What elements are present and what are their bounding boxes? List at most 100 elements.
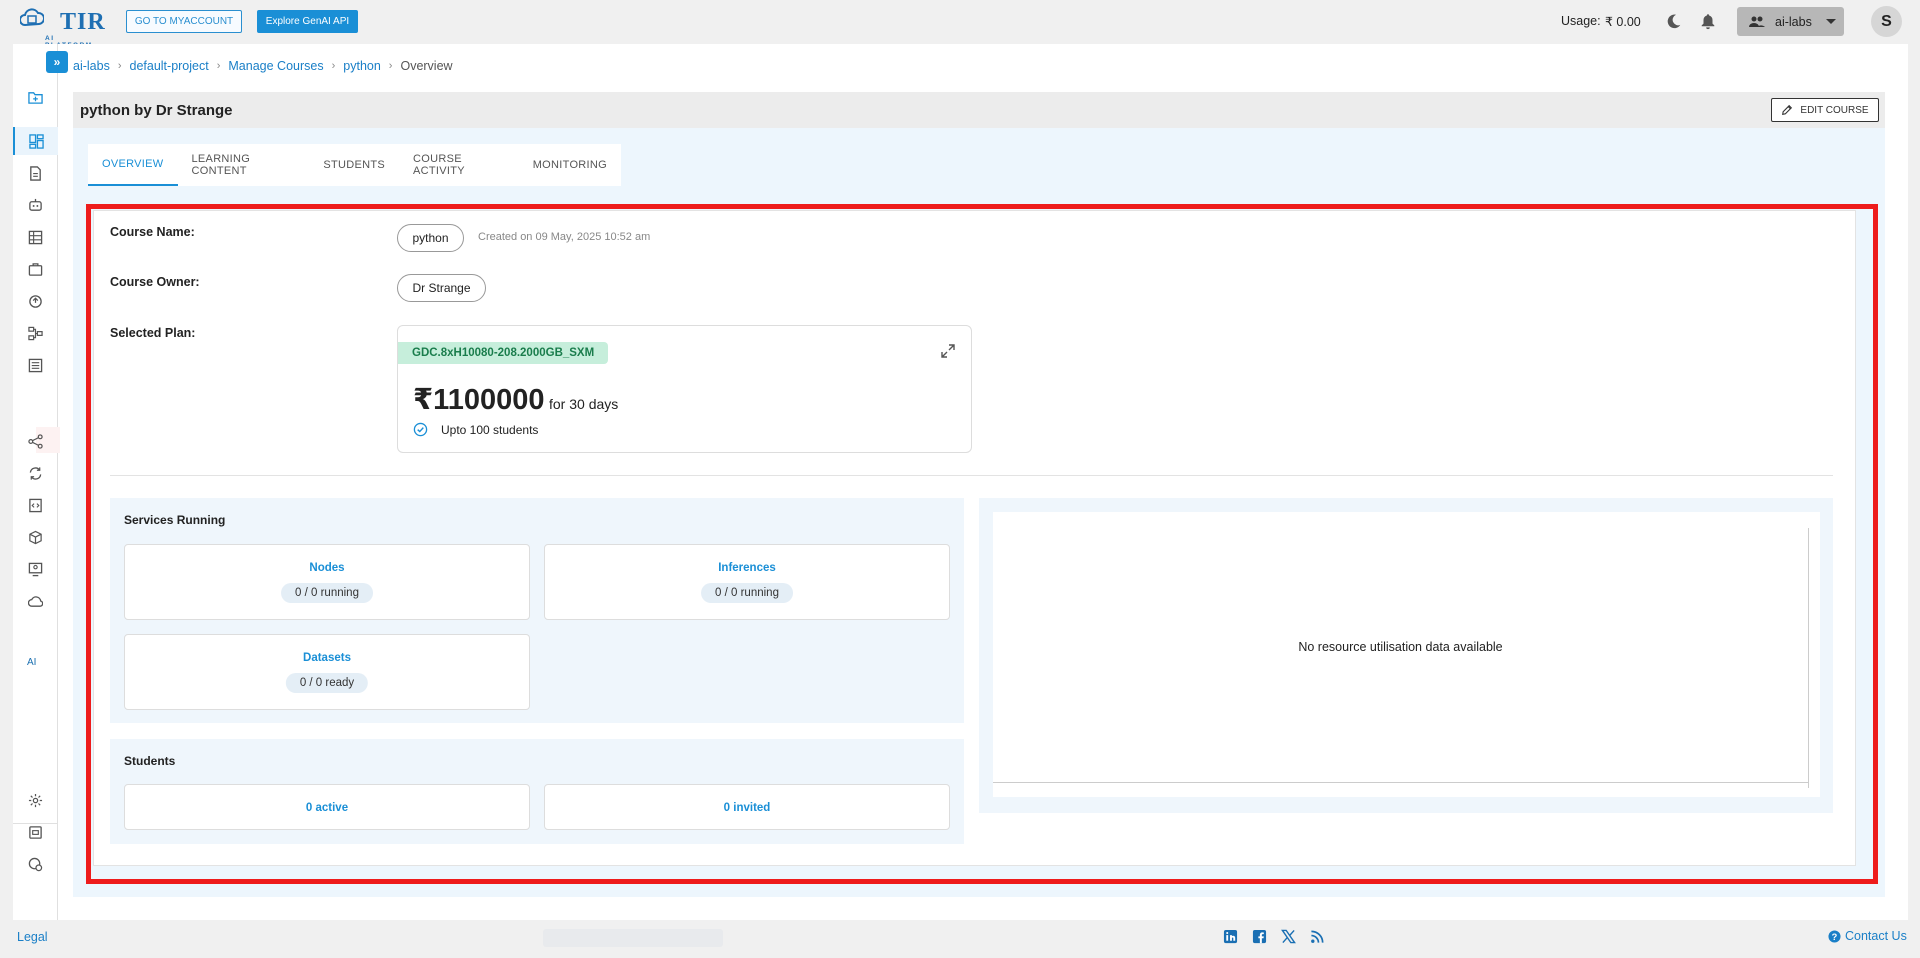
course-name-label: Course Name:: [110, 225, 195, 239]
left-rail: AI: [13, 44, 60, 920]
course-owner-chip: Dr Strange: [397, 274, 486, 302]
rail-share-icon[interactable]: [13, 427, 58, 455]
rail-folder-icon[interactable]: [13, 83, 58, 111]
invited-students-card[interactable]: 0 invited: [544, 784, 950, 830]
created-date: Created on 09 May, 2025 10:52 am: [478, 231, 651, 243]
help-icon: ?: [1828, 929, 1841, 943]
plan-card: GDC.8xH10080-208.2000GB_SXM ₹1100000 for…: [397, 325, 972, 453]
moon-icon[interactable]: [1665, 13, 1682, 30]
pencil-icon: [1782, 104, 1793, 115]
rail-deploy-icon[interactable]: [13, 287, 58, 315]
rail-settings-icon[interactable]: [13, 786, 58, 814]
rail-support-icon[interactable]: [13, 850, 58, 878]
breadcrumb-separator-icon: ›: [331, 60, 336, 72]
plan-sku-badge: GDC.8xH10080-208.2000GB_SXM: [398, 342, 609, 364]
nodes-card[interactable]: Nodes 0 / 0 running: [124, 544, 530, 620]
tab-learning-content[interactable]: LEARNING CONTENT: [178, 144, 310, 186]
rail-robot-icon[interactable]: [13, 191, 58, 219]
active-students-card[interactable]: 0 active: [124, 784, 530, 830]
services-title: Services Running: [124, 513, 226, 527]
breadcrumb-item-course[interactable]: python: [343, 59, 381, 73]
selected-plan-label: Selected Plan:: [110, 326, 196, 340]
social-links: [1223, 929, 1325, 944]
invited-students-count: 0 invited: [723, 802, 771, 814]
active-students-count: 0 active: [305, 802, 349, 814]
go-to-myaccount-button[interactable]: GO TO MYACCOUNT: [126, 10, 242, 33]
rail-pipeline-icon[interactable]: [13, 319, 58, 347]
linkedin-icon[interactable]: [1223, 929, 1238, 944]
services-panel: Services Running Nodes 0 / 0 running Inf…: [110, 498, 964, 723]
course-owner-label: Course Owner:: [110, 275, 200, 289]
rail-briefcase-icon[interactable]: [13, 255, 58, 283]
expand-icon[interactable]: [941, 344, 955, 358]
breadcrumb-separator-icon: ›: [216, 60, 221, 72]
breadcrumb-item-team[interactable]: ai-labs: [73, 59, 110, 73]
edit-course-button[interactable]: EDIT COURSE: [1771, 98, 1879, 122]
rss-icon[interactable]: [1310, 929, 1325, 944]
breadcrumb-item-project[interactable]: default-project: [130, 59, 209, 73]
datasets-title: Datasets: [303, 652, 351, 664]
tab-overview[interactable]: OVERVIEW: [88, 144, 178, 186]
bell-icon[interactable]: [1699, 12, 1717, 31]
footer-placeholder-bar: [543, 929, 723, 947]
plan-price: ₹1100000: [413, 384, 545, 416]
rail-ai-label[interactable]: AI: [27, 657, 36, 668]
chevron-down-icon: [1825, 19, 1836, 24]
logo-text: TIR: [60, 9, 106, 35]
inferences-status: 0 / 0 running: [701, 583, 793, 603]
explore-genai-api-button[interactable]: Explore GenAI API: [257, 10, 358, 33]
tab-students[interactable]: STUDENTS: [309, 144, 399, 186]
legal-link[interactable]: Legal: [17, 930, 48, 944]
course-header: python by Dr Strange EDIT COURSE: [73, 92, 1885, 128]
check-circle-icon: [413, 422, 428, 437]
team-switcher-button[interactable]: ai-labs: [1737, 7, 1844, 36]
rail-sync-icon[interactable]: [13, 459, 58, 487]
tab-course-activity[interactable]: COURSE ACTIVITY: [399, 144, 519, 186]
datasets-card[interactable]: Datasets 0 / 0 ready: [124, 634, 530, 710]
resource-utilisation-panel: No resource utilisation data available: [979, 498, 1833, 813]
course-tabs: OVERVIEW LEARNING CONTENT STUDENTS COURS…: [88, 144, 621, 186]
people-icon: [1749, 16, 1765, 27]
contact-us-link[interactable]: ? Contact Us: [1828, 929, 1907, 943]
chart-axis-line: [1808, 528, 1809, 788]
breadcrumb-item-manage-courses[interactable]: Manage Courses: [228, 59, 323, 73]
rail-code-icon[interactable]: [13, 491, 58, 519]
edit-course-label: EDIT COURSE: [1800, 104, 1869, 116]
utilisation-chart-area: No resource utilisation data available: [993, 512, 1820, 797]
breadcrumb-separator-icon: ›: [117, 60, 122, 72]
user-avatar[interactable]: S: [1871, 6, 1902, 37]
inferences-card[interactable]: Inferences 0 / 0 running: [544, 544, 950, 620]
nodes-title: Nodes: [309, 562, 345, 574]
contact-us-label: Contact Us: [1845, 929, 1907, 943]
rail-grid-icon[interactable]: [13, 223, 58, 251]
students-panel: Students 0 active 0 invited: [110, 739, 964, 844]
tab-monitoring[interactable]: MONITORING: [519, 144, 621, 186]
top-bar: TIR AI PLATFORM GO TO MYACCOUNT Explore …: [0, 0, 1920, 49]
plan-feature-text: Upto 100 students: [441, 422, 539, 437]
x-twitter-icon[interactable]: [1281, 929, 1296, 944]
rail-cloud-icon[interactable]: [13, 587, 58, 615]
plan-feature: Upto 100 students: [413, 422, 538, 437]
facebook-icon[interactable]: [1252, 929, 1267, 944]
usage-label: Usage:: [1561, 14, 1601, 28]
breadcrumb: ai-labs › default-project › Manage Cours…: [73, 59, 453, 73]
rail-table-icon[interactable]: [13, 351, 58, 379]
page-title: python by Dr Strange: [80, 102, 233, 119]
breadcrumb-current: Overview: [400, 59, 453, 73]
rail-billing-icon[interactable]: [13, 818, 58, 846]
rail-monitor-user-icon[interactable]: [13, 555, 58, 583]
rail-cube-icon[interactable]: [13, 523, 58, 551]
course-name-chip: python: [397, 224, 464, 252]
team-switcher-label: ai-labs: [1775, 14, 1812, 29]
plan-period: for 30 days: [549, 396, 619, 412]
sidebar-expand-button[interactable]: »: [46, 51, 68, 73]
cloud-logo-icon: [20, 8, 44, 27]
section-divider: [110, 475, 1833, 476]
chart-axis-line: [993, 782, 1808, 783]
rail-notebook-icon[interactable]: [13, 159, 58, 187]
datasets-status: 0 / 0 ready: [285, 673, 369, 693]
inferences-title: Inferences: [718, 562, 776, 574]
svg-text:?: ?: [1832, 931, 1838, 941]
rail-dashboard-icon[interactable]: [13, 127, 58, 155]
tir-logo[interactable]: TIR AI PLATFORM: [20, 6, 106, 49]
